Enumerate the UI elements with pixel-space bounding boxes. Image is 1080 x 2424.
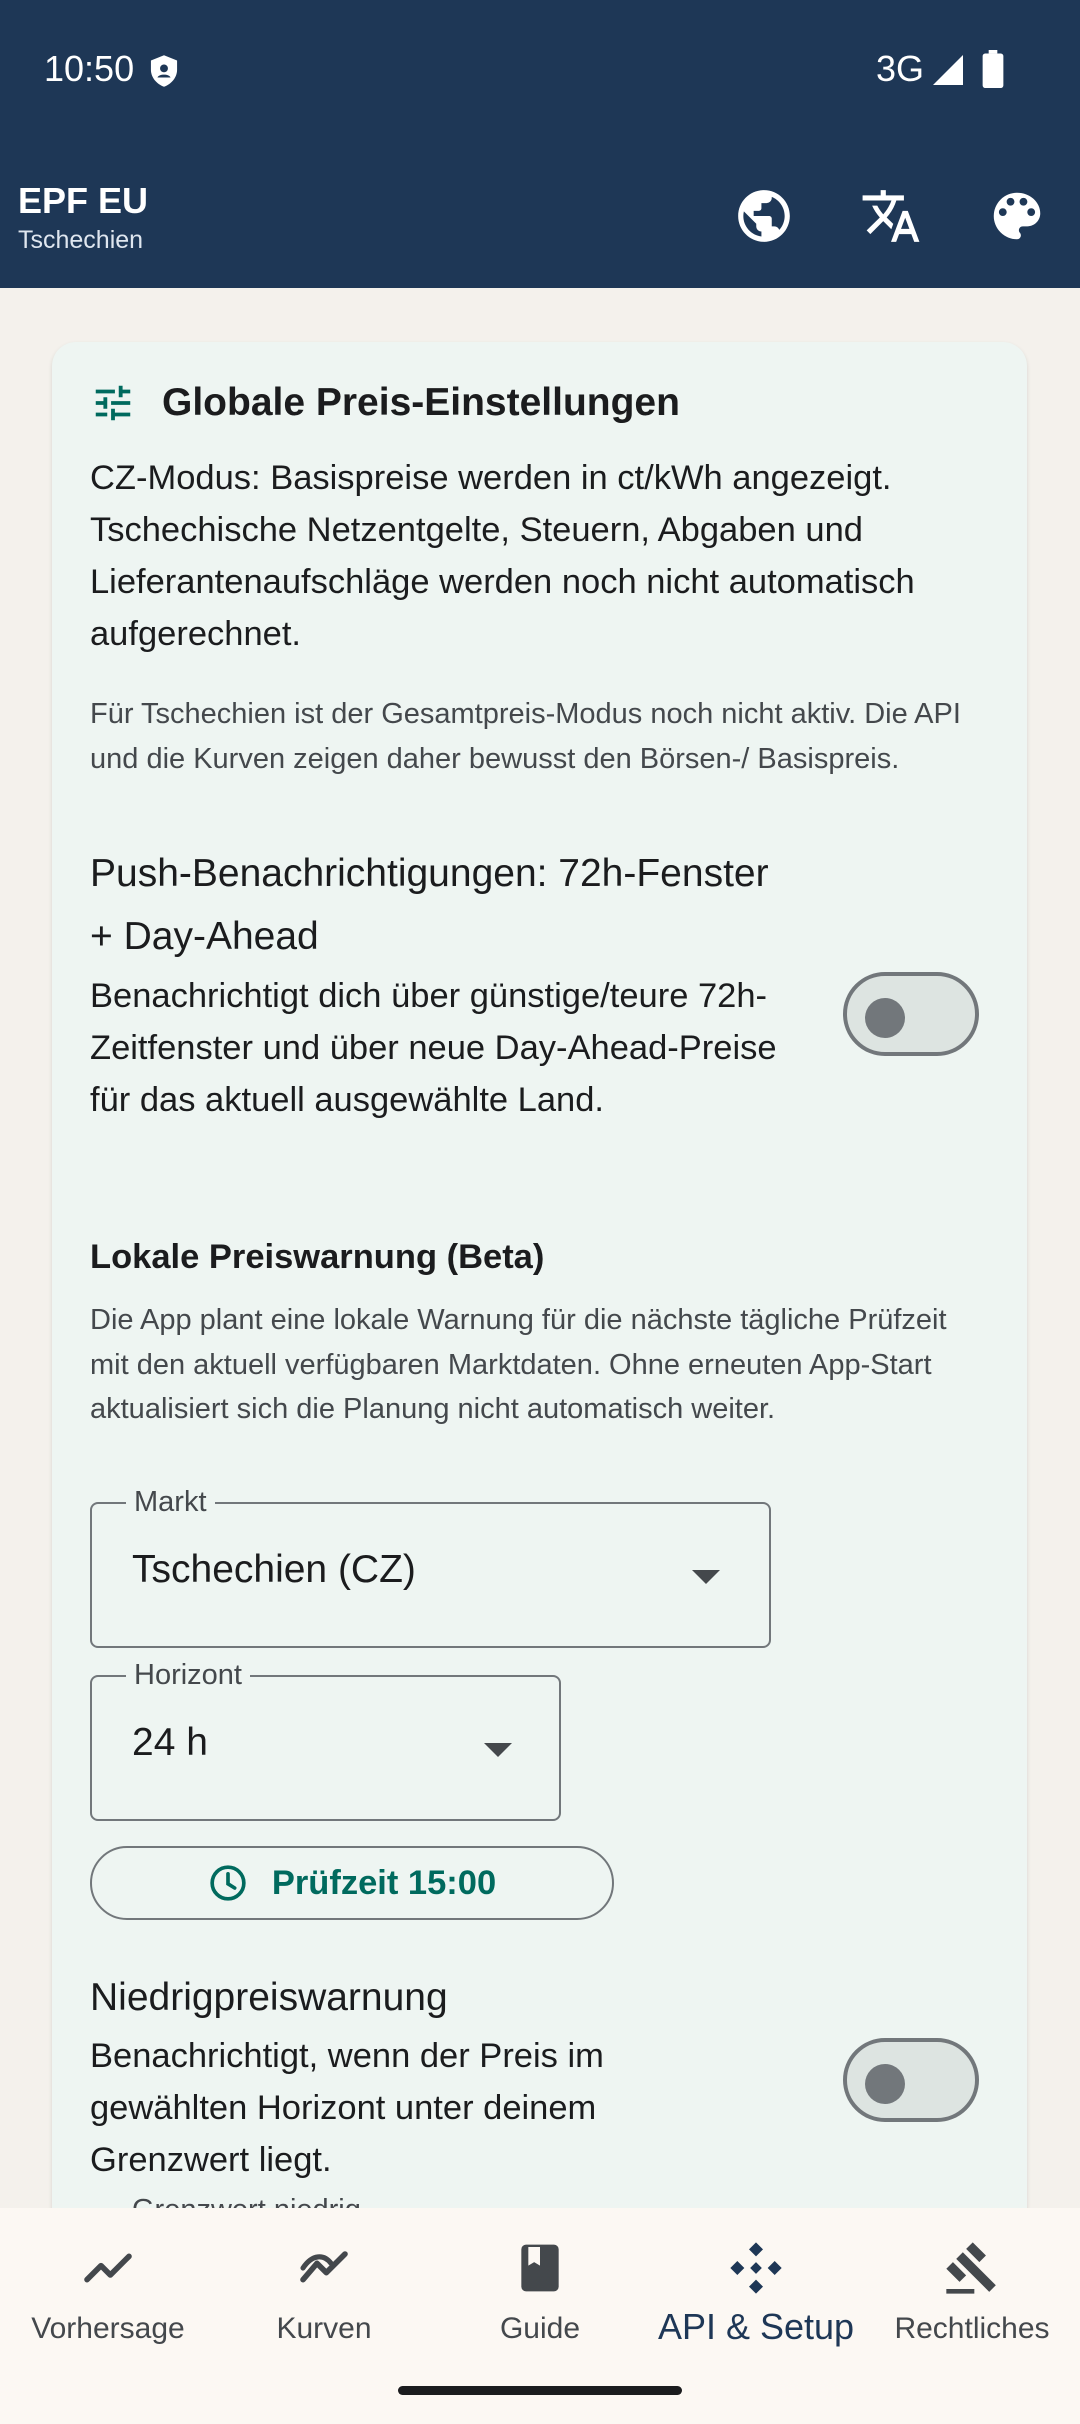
- low-price-toggle[interactable]: [843, 2038, 979, 2122]
- mode-note: Für Tschechien ist der Gesamtpreis-Modus…: [90, 698, 961, 775]
- horizon-select[interactable]: Horizont 24 h: [90, 1657, 561, 1821]
- translate-icon: [862, 190, 920, 242]
- check-time-button[interactable]: Prüfzeit 15:00: [90, 1846, 614, 1920]
- low-price-title: Niedrigpreiswarnung: [90, 1976, 448, 2019]
- nav-label: Guide: [499, 2312, 581, 2345]
- tune-icon: [95, 385, 131, 421]
- card-title: Globale Preis-Einstellungen: [162, 381, 680, 424]
- push-title: Push-Benachrichtigungen: 72h-Fenster + D…: [90, 852, 769, 958]
- horizon-value: 24 h: [132, 1721, 208, 1764]
- local-warning-title: Lokale Preiswarnung (Beta): [90, 1238, 545, 1276]
- home-indicator[interactable]: [398, 2386, 682, 2395]
- chevron-down-icon: [484, 1743, 512, 1757]
- push-toggle-thumb: [865, 998, 905, 1038]
- nav-item-api-setup[interactable]: API & Setup: [648, 2228, 864, 2358]
- globe-button[interactable]: [724, 176, 804, 256]
- status-bar: 10:50 3G: [0, 0, 1080, 140]
- network-type: 3G: [876, 48, 925, 89]
- nav-label: Kurven: [276, 2312, 372, 2345]
- palette-button[interactable]: [977, 176, 1057, 256]
- market-select[interactable]: Markt Tschechien (CZ): [90, 1484, 771, 1648]
- palette-icon: [993, 192, 1041, 240]
- nav-label: API & Setup: [657, 2306, 855, 2347]
- globe-icon: [738, 190, 790, 242]
- nav-item-kurven[interactable]: Kurven: [216, 2228, 432, 2358]
- push-toggle[interactable]: [843, 972, 979, 1056]
- translate-button[interactable]: [851, 176, 931, 256]
- status-time: 10:50: [44, 48, 135, 89]
- battery-icon: [982, 50, 1004, 88]
- card-header: Globale Preis-Einstellungen: [90, 380, 680, 426]
- low-price-description: Benachrichtigt, wenn der Preis im gewähl…: [90, 2037, 604, 2179]
- check-time-label: Prüfzeit 15:00: [271, 1863, 497, 1902]
- push-description: Benachrichtigt dich über günstige/teure …: [90, 977, 777, 1119]
- clock-icon: [210, 1865, 246, 1901]
- curve-icon: [300, 2251, 348, 2283]
- nav-label: Vorhersage: [31, 2312, 185, 2345]
- low-price-toggle-thumb: [865, 2064, 905, 2104]
- api-icon: [730, 2242, 782, 2294]
- nav-item-vorhersage[interactable]: Vorhersage: [0, 2228, 216, 2358]
- local-warning-description: Die App plant eine lokale Warnung für di…: [90, 1304, 947, 1425]
- nav-item-guide[interactable]: Guide: [432, 2228, 648, 2358]
- book-icon: [521, 2244, 559, 2292]
- app-subtitle: Tschechien: [18, 226, 144, 254]
- signal-icon: [933, 55, 963, 85]
- horizon-label: Horizont: [126, 1657, 250, 1693]
- trend-icon: [84, 2253, 132, 2283]
- app-title: EPF EU: [18, 180, 149, 221]
- chevron-down-icon: [692, 1570, 720, 1584]
- market-label: Markt: [126, 1484, 215, 1520]
- gavel-icon: [946, 2242, 996, 2294]
- app-bar: EPF EU Tschechien: [0, 140, 1080, 288]
- shield-icon: [150, 55, 178, 87]
- mode-text: CZ-Modus: Basispreise werden in ct/kWh a…: [90, 459, 915, 653]
- nav-label: Rechtliches: [894, 2312, 1050, 2345]
- nav-item-rechtliches[interactable]: Rechtliches: [864, 2228, 1080, 2358]
- market-value: Tschechien (CZ): [132, 1548, 416, 1591]
- settings-card: Globale Preis-Einstellungen CZ-Modus: Ba…: [52, 342, 1027, 2242]
